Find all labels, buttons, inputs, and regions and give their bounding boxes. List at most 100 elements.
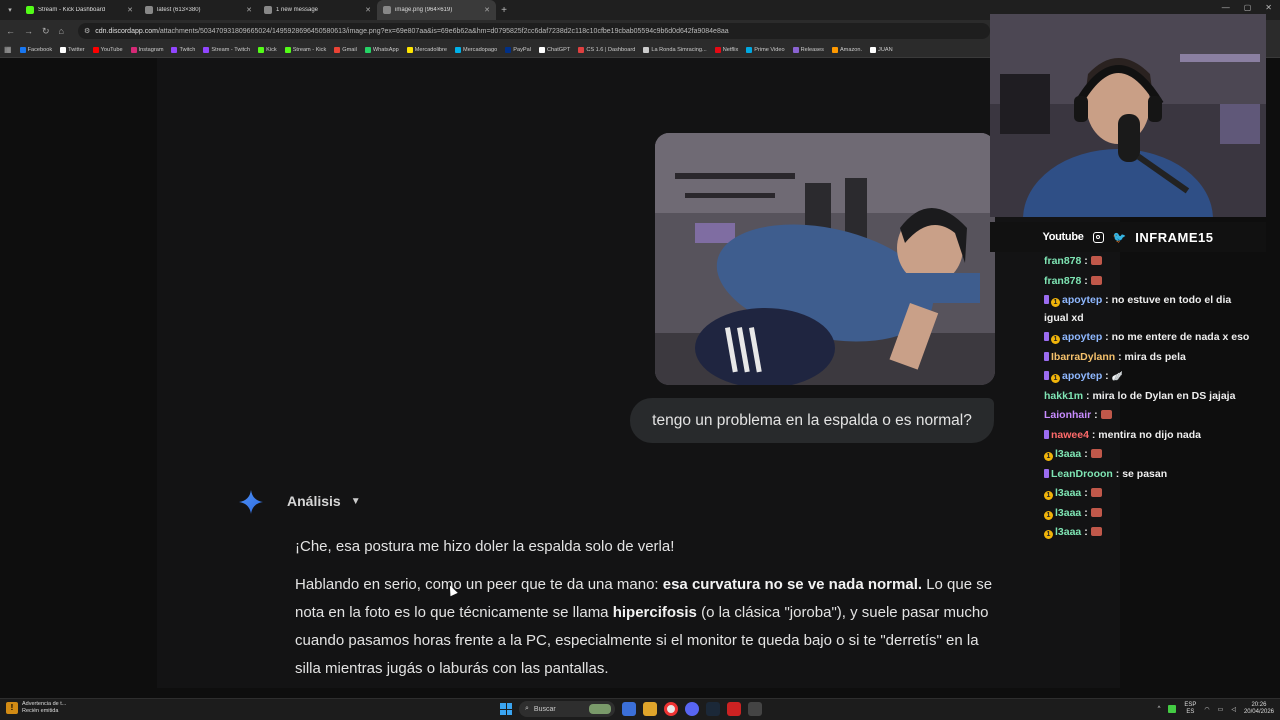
app-tray-icon[interactable] <box>1168 705 1177 713</box>
tab-close-icon[interactable]: ✕ <box>365 6 371 14</box>
chat-emote-icon <box>1090 488 1102 497</box>
bookmark-label: Facebook <box>27 46 53 53</box>
bookmark-label: Stream - Kick <box>292 46 327 53</box>
bookmark-item[interactable]: Gmail <box>334 46 357 53</box>
chat-username[interactable]: IbarraDylann <box>1051 351 1115 363</box>
bookmark-label: Prime Video <box>754 46 785 53</box>
chat-separator: : <box>1112 467 1123 480</box>
bookmark-item[interactable]: CS 1.6 | Dashboard <box>578 46 635 53</box>
file-explorer-icon[interactable] <box>643 702 657 716</box>
streamer-handle: INFRAME15 <box>1135 229 1214 245</box>
bookmark-item[interactable]: JUAN <box>870 46 893 53</box>
bookmark-item[interactable]: PayPal <box>505 46 531 53</box>
taskbar-search[interactable]: ⌕ Buscar <box>519 701 615 717</box>
bookmark-favicon-icon <box>19 46 26 53</box>
browser-tab[interactable]: Stream - Kick Dashboard ✕ <box>20 0 139 20</box>
tab-close-icon[interactable]: ✕ <box>127 6 133 14</box>
close-window-icon[interactable]: ✕ <box>1265 3 1272 12</box>
chevron-down-icon: ▼ <box>350 495 361 507</box>
volume-icon[interactable]: ◁ <box>1231 706 1236 713</box>
bookmark-item[interactable]: Stream - Twitch <box>203 46 251 53</box>
bookmark-item[interactable]: Amazon. <box>831 46 862 53</box>
new-tab-button[interactable]: + <box>496 5 512 16</box>
tab-title: 1 new message <box>276 7 319 13</box>
browser-tab[interactable]: image.png (964×619) ✕ <box>377 0 496 20</box>
browser-tab[interactable]: 1 new message ✕ <box>258 0 377 20</box>
role-badge-icon <box>1044 295 1049 304</box>
forward-icon[interactable]: → <box>24 26 33 36</box>
bookmark-label: Netflix <box>722 46 739 53</box>
chat-username[interactable]: l3aaa <box>1055 487 1081 499</box>
bookmark-item[interactable]: Kick <box>258 46 277 53</box>
clock[interactable]: 20:26 20/04/2026 <box>1244 702 1274 716</box>
analysis-toggle[interactable]: Análisis ▼ <box>287 493 361 509</box>
bookmark-item[interactable]: WhatsApp <box>364 46 399 53</box>
bookmark-item[interactable]: Netflix <box>714 46 739 53</box>
home-icon[interactable]: ⌂ <box>59 26 64 36</box>
notification-widget[interactable]: ! Advertencia de t... Recién emitida <box>6 701 66 715</box>
chat-username[interactable]: nawee4 <box>1051 429 1089 441</box>
bookmark-favicon-icon <box>60 46 67 53</box>
tab-close-icon[interactable]: ✕ <box>484 6 490 14</box>
monitor-icon[interactable]: ▭ <box>1218 706 1224 713</box>
back-icon[interactable]: ← <box>6 26 15 36</box>
minimize-icon[interactable]: — <box>1222 3 1230 12</box>
app-icon-gray[interactable] <box>748 702 762 716</box>
maximize-icon[interactable]: ▢ <box>1244 3 1252 12</box>
uploaded-photo[interactable] <box>655 133 995 385</box>
bookmark-item[interactable]: Prime Video <box>746 46 785 53</box>
apps-icon[interactable]: ▦ <box>4 45 12 54</box>
chat-username[interactable]: apoytep <box>1062 331 1102 343</box>
sub-badge-icon: 1 <box>1044 530 1053 539</box>
tab-title: latest (613×380) <box>157 7 201 13</box>
bookmark-favicon-icon <box>714 46 721 53</box>
steam-icon[interactable] <box>706 702 720 716</box>
chat-message: 1 l3aaa : <box>1044 445 1258 465</box>
chat-username[interactable]: l3aaa <box>1055 526 1081 538</box>
chat-username[interactable]: apoytep <box>1062 294 1102 306</box>
chat-username[interactable]: fran878 <box>1044 275 1081 287</box>
start-button[interactable] <box>500 703 512 715</box>
bookmark-item[interactable]: Facebook <box>19 46 53 53</box>
chrome-icon[interactable] <box>664 702 678 716</box>
chat-username[interactable]: l3aaa <box>1055 448 1081 460</box>
chat-separator: : <box>1081 487 1091 499</box>
tab-close-icon[interactable]: ✕ <box>246 6 252 14</box>
chat-username[interactable]: l3aaa <box>1055 507 1081 519</box>
gemini-sparkle-icon <box>239 490 263 514</box>
response-paragraph-1: ¡Che, esa postura me hizo doler la espal… <box>295 533 995 561</box>
bookmark-item[interactable]: Stream - Kick <box>284 46 327 53</box>
bookmark-item[interactable]: Twitch <box>171 46 195 53</box>
discord-icon[interactable] <box>685 702 699 716</box>
bookmark-item[interactable]: La Ronda Simracing... <box>643 46 707 53</box>
site-info-icon[interactable]: ⚙ <box>84 27 90 35</box>
bookmark-item[interactable]: Releases <box>792 46 824 53</box>
chevron-up-icon[interactable]: ^ <box>1158 706 1161 712</box>
chat-separator: : <box>1102 331 1112 343</box>
chat-username[interactable]: hakk1m <box>1044 390 1083 402</box>
bookmark-item[interactable]: Instagram <box>130 46 163 53</box>
windows-taskbar: ! Advertencia de t... Recién emitida ⌕ B… <box>0 698 1280 720</box>
bookmark-item[interactable]: Mercadolibre <box>406 46 447 53</box>
bookmark-label: Stream - Twitch <box>211 46 251 53</box>
language-indicator[interactable]: ESP ES <box>1184 702 1196 716</box>
wifi-icon[interactable]: ◠ <box>1204 706 1209 713</box>
chat-username[interactable]: LeanDrooon <box>1051 468 1113 480</box>
chat-username[interactable]: fran878 <box>1044 255 1081 267</box>
bookmark-item[interactable]: ChatGPT <box>538 46 570 53</box>
bookmark-label: Kick <box>266 46 277 53</box>
browser-tab[interactable]: latest (613×380) ✕ <box>139 0 258 20</box>
chat-username[interactable]: apoytep <box>1062 370 1102 382</box>
webcam-feed <box>990 14 1266 217</box>
bookmark-favicon-icon <box>364 46 371 53</box>
bookmark-item[interactable]: Twitter <box>60 46 85 53</box>
tab-search-icon[interactable]: ▾ <box>0 0 20 20</box>
bookmark-item[interactable]: Mercadopago <box>455 46 497 53</box>
app-icon-red[interactable] <box>727 702 741 716</box>
youtube-label: Youtube <box>1042 231 1084 243</box>
reload-icon[interactable]: ↻ <box>42 26 50 37</box>
bookmark-item[interactable]: YouTube <box>92 46 123 53</box>
address-bar[interactable]: ⚙ cdn.discordapp.com/attachments/5034709… <box>78 23 990 39</box>
task-view-icon[interactable] <box>622 702 636 716</box>
chat-username[interactable]: Laionhair <box>1044 409 1091 421</box>
